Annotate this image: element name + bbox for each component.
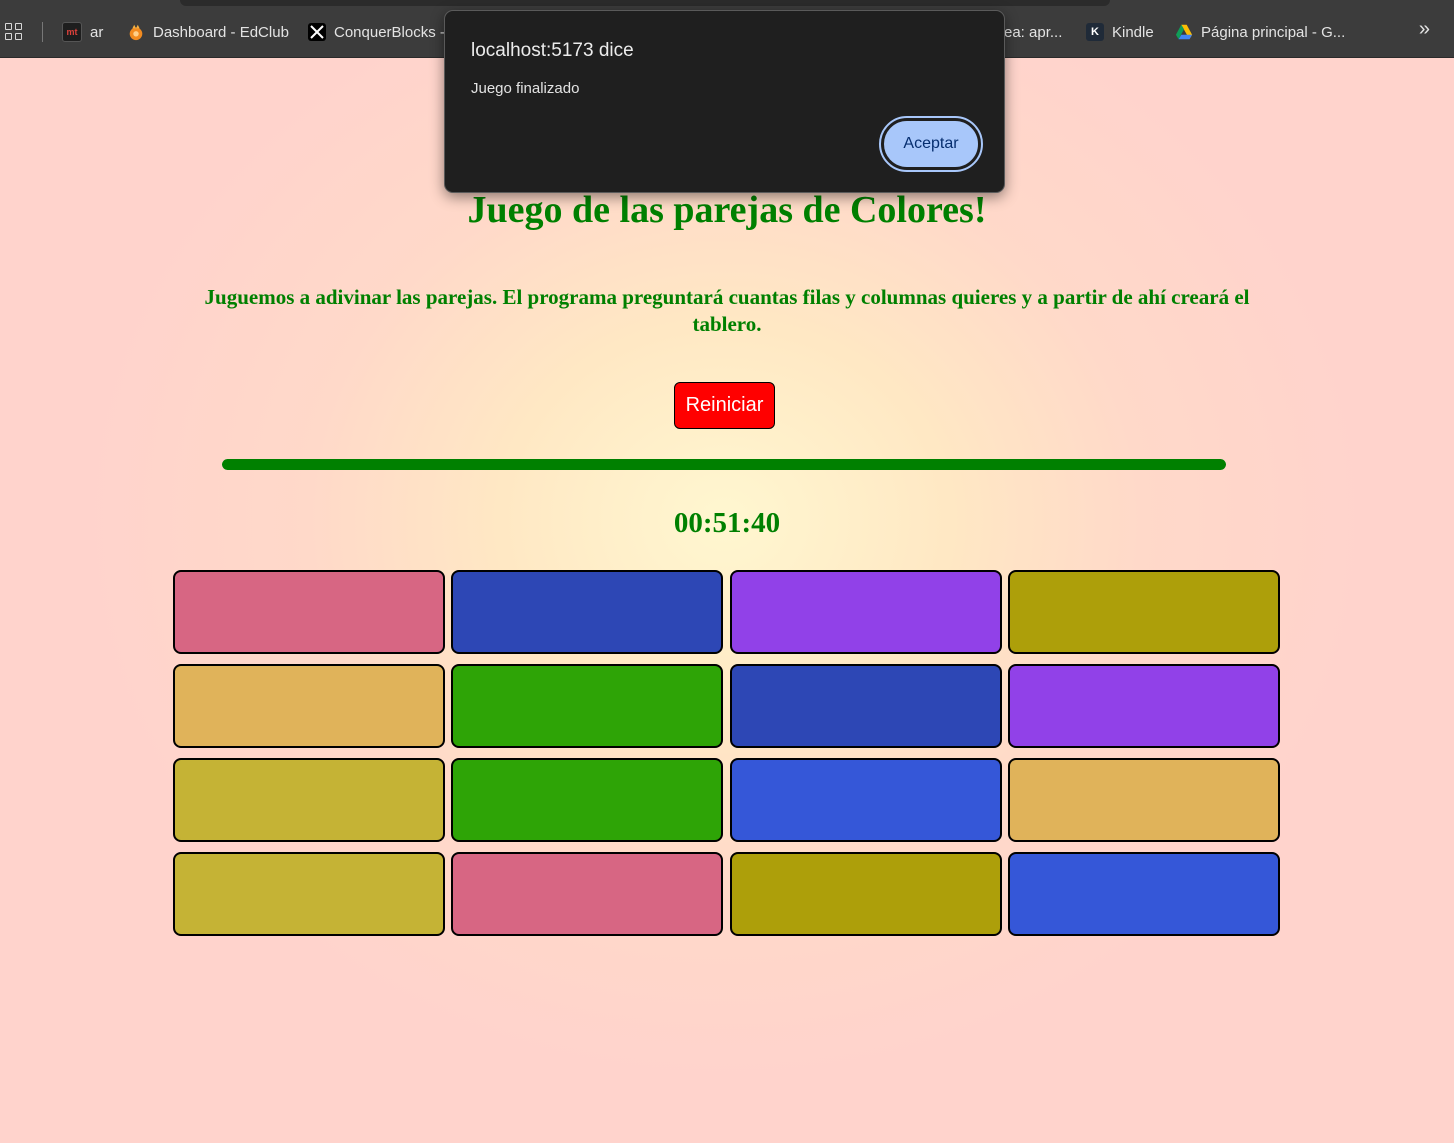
color-card[interactable]	[729, 758, 1002, 842]
color-card[interactable]	[173, 758, 445, 842]
color-card[interactable]	[173, 852, 445, 936]
bookmark-edclub[interactable]: Dashboard - EdClub	[127, 20, 289, 44]
more-bookmarks-icon[interactable]: »	[1419, 18, 1430, 41]
color-card[interactable]	[729, 664, 1002, 748]
bookmark-label: Kindle	[1112, 23, 1154, 41]
color-card[interactable]	[729, 570, 1002, 654]
color-card[interactable]	[1007, 758, 1280, 842]
color-card[interactable]	[1007, 570, 1280, 654]
game-board	[173, 570, 1280, 936]
bookmark-conquerblocks[interactable]: ConquerBlocks -	[308, 20, 445, 44]
dialog-message: Juego finalizado	[471, 80, 580, 97]
restart-button[interactable]: Reiniciar	[674, 382, 775, 429]
color-card[interactable]	[451, 852, 724, 936]
accept-button[interactable]: Aceptar	[879, 116, 983, 172]
color-card[interactable]	[173, 664, 445, 748]
mt-icon: mt	[62, 22, 82, 42]
page-title: Juego de las parejas de Colores!	[467, 189, 987, 231]
color-card[interactable]	[1007, 852, 1280, 936]
bookmark-kindle[interactable]: K Kindle	[1086, 20, 1154, 44]
drive-icon	[1175, 23, 1193, 41]
address-bar-edge	[180, 0, 1110, 6]
color-card[interactable]	[451, 664, 724, 748]
color-card[interactable]	[451, 758, 724, 842]
color-card[interactable]	[1007, 664, 1280, 748]
color-card[interactable]	[729, 852, 1002, 936]
bookmarks-separator	[42, 22, 43, 42]
bookmark-ar[interactable]: mt ar	[62, 20, 103, 44]
game-timer: 00:51:40	[673, 507, 781, 539]
apps-grid-icon[interactable]	[5, 23, 23, 41]
alert-dialog: localhost:5173 dice Juego finalizado Ace…	[444, 10, 1005, 193]
bookmark-label: Página principal - G...	[1201, 23, 1346, 41]
color-card[interactable]	[173, 570, 445, 654]
bookmark-label: ea: apr...	[1004, 23, 1063, 41]
bookmark-label: ar	[90, 23, 104, 41]
bookmark-label: ConquerBlocks -	[334, 23, 445, 41]
bookmark-drive[interactable]: Página principal - G...	[1175, 20, 1345, 44]
color-card[interactable]	[451, 570, 724, 654]
bookmark-tarea[interactable]: ea: apr...	[1004, 20, 1062, 44]
game-description: Juguemos a adivinar las parejas. El prog…	[204, 285, 1250, 336]
progress-fill	[222, 459, 1226, 470]
progress-bar	[222, 459, 1226, 470]
x-icon	[308, 23, 326, 41]
kindle-icon: K	[1086, 23, 1104, 41]
dialog-title: localhost:5173 dice	[471, 40, 634, 61]
bookmark-label: Dashboard - EdClub	[153, 23, 289, 41]
edclub-icon	[127, 23, 145, 41]
